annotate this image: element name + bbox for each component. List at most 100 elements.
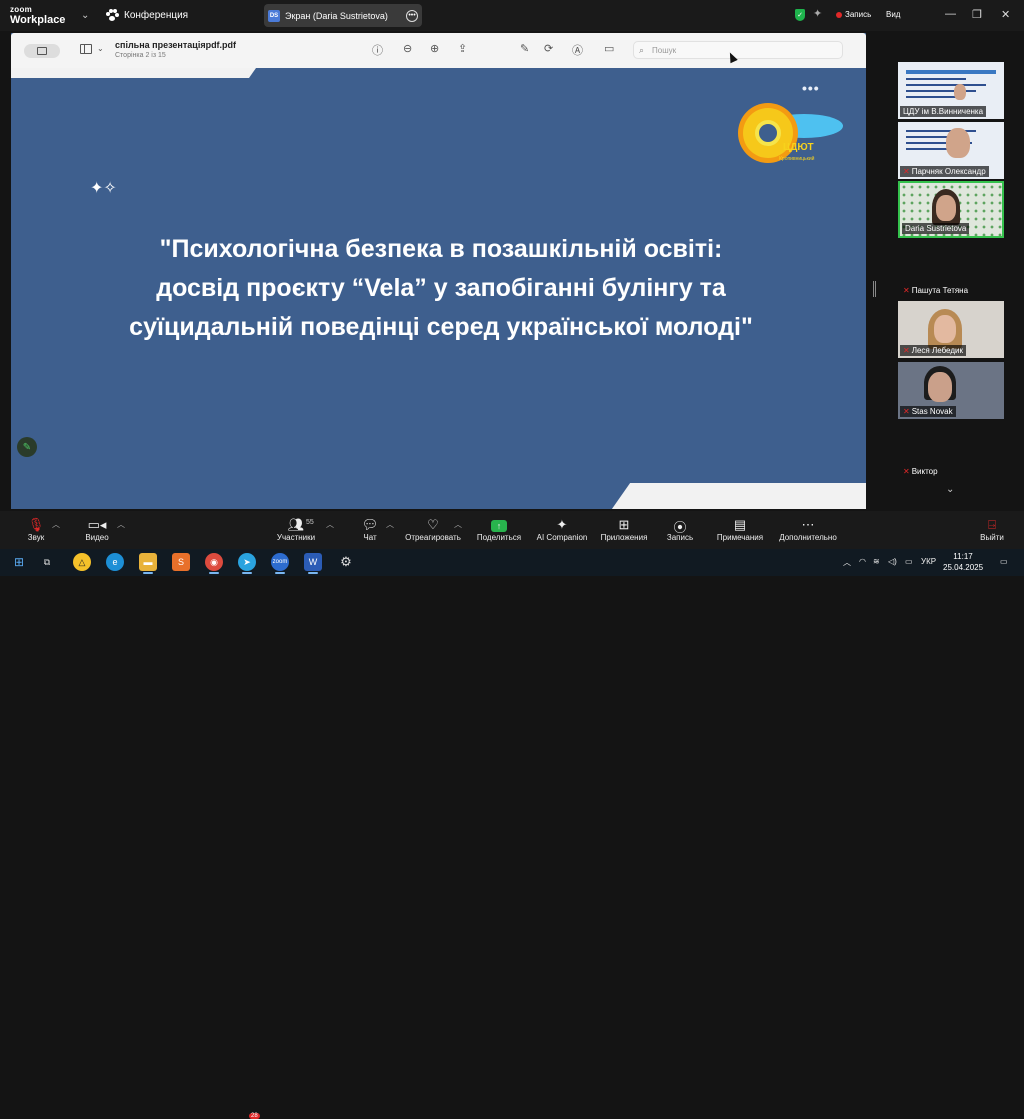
annotate-icon[interactable]: Ⓐ — [572, 42, 583, 58]
chevron-up-icon[interactable]: ︿ — [117, 519, 125, 530]
chevron-down-icon[interactable]: ⌄ — [97, 44, 104, 53]
participant-name: ЦДУ ім В.Винниченка — [903, 107, 984, 116]
search-input[interactable]: ⌕ Пошук — [633, 41, 843, 59]
more-button[interactable]: ⋯ Дополнительно — [777, 511, 839, 549]
paw-icon — [106, 9, 119, 21]
app-icon[interactable]: △ — [73, 553, 91, 571]
react-label: Отреагировать — [405, 533, 461, 542]
window-button[interactable] — [24, 44, 60, 58]
chevron-up-icon[interactable]: ︿ — [52, 519, 60, 530]
participant-tile[interactable]: ✕ Парчняк Олександр — [898, 122, 1004, 179]
restore-icon[interactable]: ❐ — [972, 8, 982, 21]
participant-tile[interactable]: ✕ Stas Novak — [898, 362, 1004, 419]
video-button[interactable]: ▭◂ Видео — [80, 511, 114, 549]
meeting-menu[interactable]: Конференция — [106, 9, 188, 21]
ai-sparkle-icon[interactable]: ✦ — [813, 7, 822, 20]
pencil-icon[interactable]: ✎ — [17, 437, 37, 457]
wifi-icon[interactable]: ≋ — [873, 557, 880, 566]
participant-tile[interactable]: ✕ Леся Лебедик — [898, 301, 1004, 358]
participant-tile[interactable]: ✕ Пашута Тетяна — [898, 241, 1004, 298]
share-label: Поделиться — [476, 533, 522, 542]
windows-taskbar: ⊞ ⧉ △ e ▬ S ◉ ➤ 28 zoom W ⚙ ︿ ◠ ≋ ◁) ▭ У… — [0, 549, 1024, 1119]
slide-title-line: суїцидальній поведінці серед української… — [129, 313, 753, 341]
clock-date: 25.04.2025 — [943, 563, 984, 572]
panel-splitter[interactable] — [873, 281, 876, 297]
participant-name-tag: ЦДУ ім В.Винниченка — [900, 106, 987, 117]
notifications-icon[interactable]: ▭ — [1000, 557, 1008, 566]
participant-tile[interactable]: ✕ Виктор — [898, 422, 1004, 479]
participant-name: Виктор — [911, 467, 938, 476]
chrome-icon[interactable]: ◉ — [205, 553, 223, 574]
participant-name-tag: ✕ Stas Novak — [900, 406, 956, 417]
cdyut-logo: ЦДЮТ Кропивницький — [735, 98, 845, 178]
more-dots-icon: ••• — [802, 80, 820, 96]
chevron-down-icon[interactable]: ⌄ — [946, 484, 954, 495]
audio-button[interactable]: 🎙︎ Звук — [20, 511, 52, 549]
participant-tile[interactable]: ЦДУ ім В.Винниченка — [898, 62, 1004, 119]
sublime-icon[interactable]: S — [172, 553, 190, 571]
window-icon — [37, 47, 47, 55]
recording-indicator[interactable]: Запись — [836, 10, 871, 19]
close-icon[interactable]: ✕ — [1001, 8, 1010, 21]
notification-badge: 28 — [249, 1113, 260, 1119]
chevron-up-icon[interactable]: ︿ — [454, 519, 462, 530]
clock[interactable]: 11:17 25.04.2025 — [943, 551, 983, 573]
participant-name: Парчняк Олександр — [911, 167, 986, 176]
clock-time: 11:17 — [953, 552, 973, 561]
sidebar-toggle-icon[interactable] — [80, 44, 92, 54]
record-button[interactable]: ⦿ Запись — [664, 511, 696, 549]
pdf-toolbar: ⌄ спільна презентаціяpdf.pdf Сторінка 2 … — [11, 33, 866, 68]
markup-icon[interactable]: ✎ — [520, 42, 529, 55]
form-icon[interactable]: ▭ — [604, 42, 614, 55]
leave-button[interactable]: ⍈ Выйти — [978, 511, 1006, 549]
zoom-out-icon[interactable]: ⊖ — [403, 42, 412, 55]
leave-label: Выйти — [980, 533, 1004, 542]
participants-count: 55 — [306, 519, 314, 526]
view-button[interactable]: Вид — [886, 10, 900, 19]
more-icon[interactable]: ••• — [406, 9, 418, 22]
chevron-up-icon[interactable]: ︿ — [843, 557, 851, 568]
zoom-icon[interactable]: zoom — [271, 553, 289, 574]
task-view-icon[interactable]: ⧉ — [38, 553, 56, 571]
initials-badge: DS — [268, 9, 280, 22]
apps-button[interactable]: ⊞ Приложения — [597, 511, 651, 549]
share-button[interactable]: ↑ Поделиться — [474, 511, 524, 549]
more-label: Дополнительно — [779, 533, 837, 542]
apps-icon: ⊞ — [618, 517, 630, 532]
shield-icon[interactable]: ✓ — [795, 9, 805, 21]
settings-icon[interactable]: ⚙ — [337, 553, 355, 571]
chat-button[interactable]: 💬︎ Чат — [355, 511, 385, 549]
chevron-up-icon[interactable]: ︿ — [386, 519, 394, 530]
decorative-stripe — [11, 68, 256, 78]
participant-name-tag: ✕ Парчняк Олександр — [900, 166, 989, 177]
ai-companion-button[interactable]: ✦ AI Companion — [534, 511, 590, 549]
share-icon[interactable]: ⇪ — [458, 42, 467, 55]
file-explorer-icon[interactable]: ▬ — [139, 553, 157, 574]
react-button[interactable]: ♡ Отреагировать — [402, 511, 464, 549]
rotate-icon[interactable]: ⟳ — [544, 42, 553, 55]
participant-tile-active[interactable]: Daria Sustrietova — [898, 181, 1004, 238]
telegram-icon[interactable]: ➤ — [238, 553, 256, 574]
info-icon[interactable]: ⓘ — [372, 42, 383, 58]
word-icon[interactable]: W — [304, 553, 322, 574]
volume-icon[interactable]: ◁) — [888, 557, 897, 566]
chevron-up-icon[interactable]: ︿ — [326, 519, 334, 530]
ai-sparkle-icon: ✦ — [556, 517, 568, 532]
more-icon: ⋯ — [801, 517, 815, 532]
muted-mic-icon: ✕ — [903, 407, 910, 416]
share-tab[interactable]: DS Экран (Daria Sustrietova) ••• — [264, 4, 422, 27]
edge-icon[interactable]: e — [106, 553, 124, 571]
battery-icon[interactable]: ▭ — [905, 557, 913, 566]
record-label: Запись — [666, 533, 694, 542]
ai-label: AI Companion — [536, 533, 588, 542]
participants-button[interactable]: 👥︎ Участники — [272, 511, 320, 549]
windows-start-icon[interactable]: ⊞ — [10, 553, 28, 571]
zoom-in-icon[interactable]: ⊕ — [430, 42, 439, 55]
chevron-down-icon[interactable]: ⌄ — [81, 10, 89, 21]
minimize-icon[interactable]: — — [945, 8, 956, 20]
network-icon[interactable]: ◠ — [859, 557, 866, 566]
notes-button[interactable]: ▤ Примечания — [713, 511, 767, 549]
participants-label: Участники — [276, 533, 316, 542]
language-indicator[interactable]: УКР — [921, 557, 936, 566]
file-name: спільна презентаціяpdf.pdf — [115, 40, 237, 50]
